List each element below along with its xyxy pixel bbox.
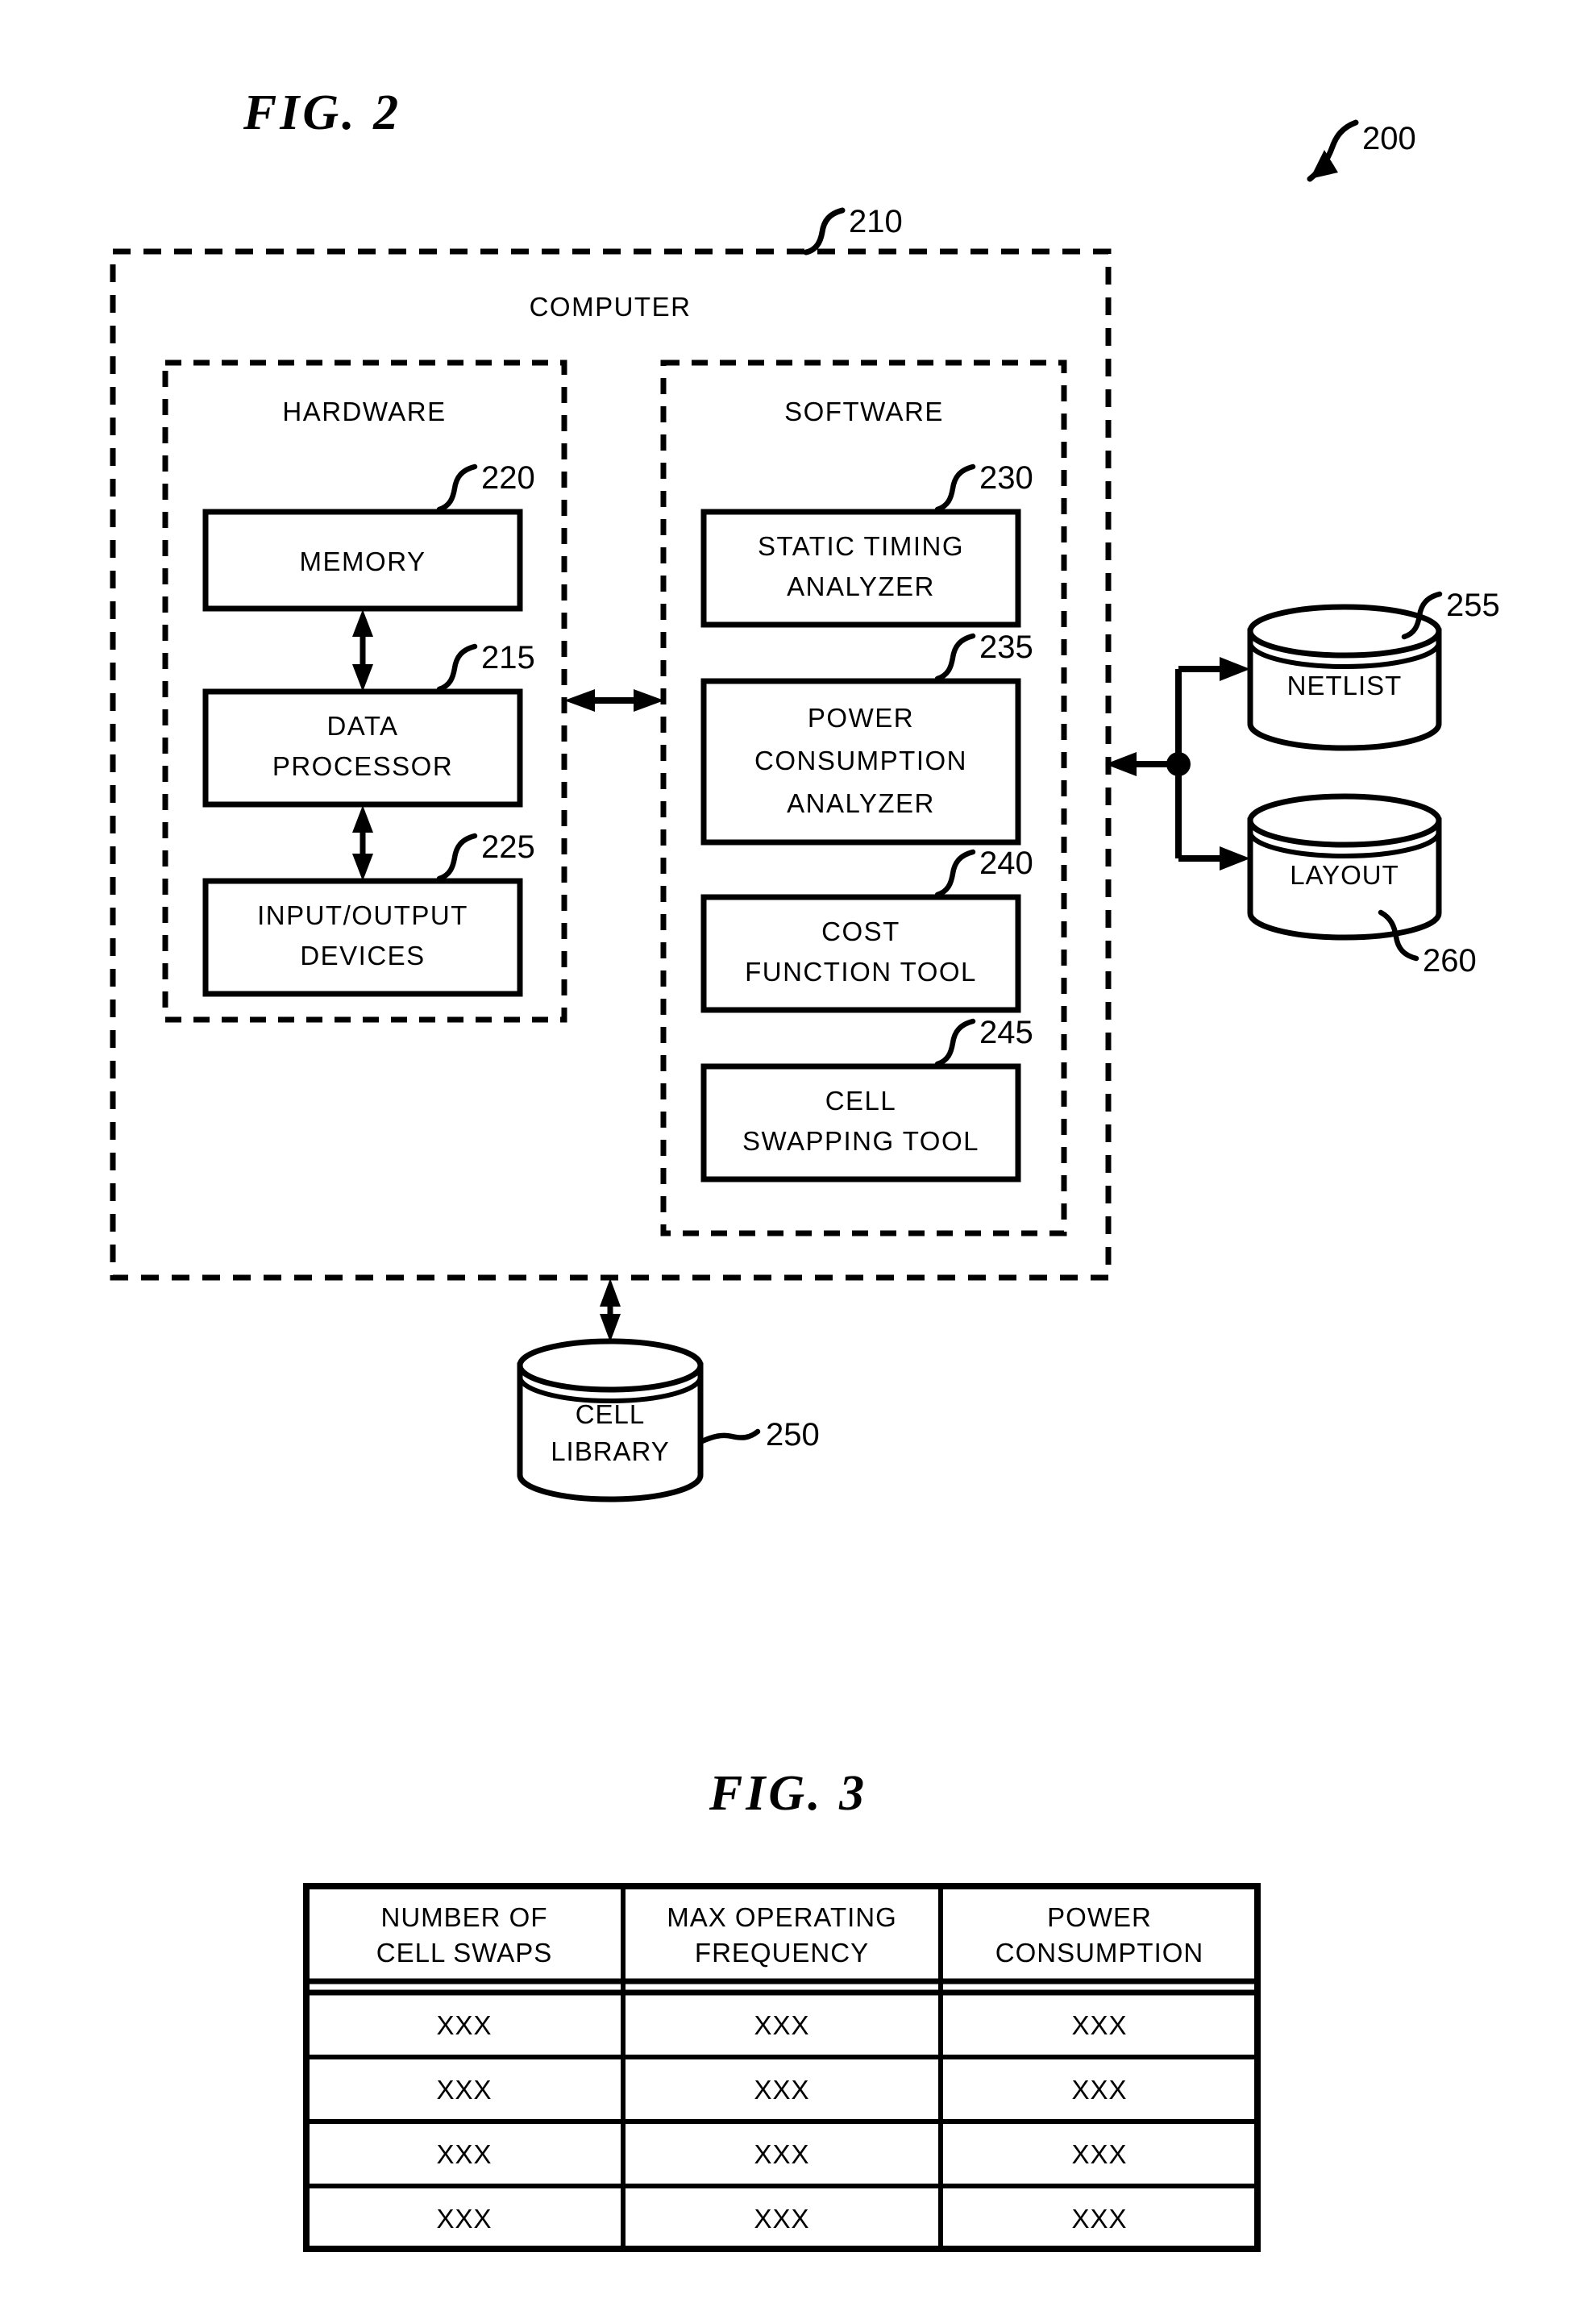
table-cell: XXX — [1071, 2204, 1127, 2234]
ref-label-210: 210 — [849, 204, 903, 239]
cost-function-tool-label-line-1: COST — [821, 916, 900, 946]
computer-label: COMPUTER — [530, 292, 692, 322]
table-cell: XXX — [754, 2204, 809, 2234]
ref-label-250: 250 — [766, 1417, 820, 1452]
memory-label: MEMORY — [300, 547, 426, 576]
cost-function-tool-block: COST FUNCTION TOOL — [700, 894, 1021, 1013]
ref-label-220: 220 — [481, 460, 535, 496]
table-header-col-1-line-2: FREQUENCY — [695, 1938, 869, 1968]
cell-library-label-line-1: CELL — [576, 1399, 646, 1429]
table-header-col-1-line-1: MAX OPERATING — [667, 1902, 897, 1932]
cell-swapping-tool-block: CELL SWAPPING TOOL — [700, 1063, 1021, 1182]
power-consumption-analyzer-block: POWER CONSUMPTION ANALYZER — [700, 678, 1021, 846]
table-header-col-0-line-2: CELL SWAPS — [376, 1938, 552, 1968]
data-processor-label-line-1: DATA — [326, 711, 398, 741]
table-cell: XXX — [754, 2075, 809, 2105]
cell-library-database: CELL LIBRARY — [517, 1338, 704, 1502]
data-processor-label-line-2: PROCESSOR — [272, 751, 453, 781]
hardware-label: HARDWARE — [282, 397, 446, 426]
netlist-database: NETLIST — [1247, 604, 1442, 751]
table-cell: XXX — [436, 2075, 492, 2105]
table-cell: XXX — [754, 2139, 809, 2169]
io-devices-label-line-2: DEVICES — [300, 941, 425, 970]
table-cell: XXX — [754, 2010, 809, 2040]
layout-label: LAYOUT — [1290, 860, 1399, 890]
io-devices-block: INPUT/OUTPUT DEVICES — [202, 878, 523, 997]
ref-label-260: 260 — [1423, 943, 1477, 979]
table-header-col-2-line-2: CONSUMPTION — [995, 1938, 1204, 1968]
netlist-label: NETLIST — [1287, 671, 1403, 700]
power-consumption-analyzer-label-line-3: ANALYZER — [787, 788, 935, 818]
table-cell: XXX — [1071, 2010, 1127, 2040]
table-cell: XXX — [436, 2010, 492, 2040]
patent-drawing-sheet: FIG. 2 200 COMPUTER 210 HARDWARE MEMORY … — [0, 0, 1596, 2319]
cost-function-tool-label-line-2: FUNCTION TOOL — [745, 957, 977, 987]
table-cell: XXX — [1071, 2075, 1127, 2105]
static-timing-analyzer-label-line-2: ANALYZER — [787, 571, 935, 601]
cell-swapping-tool-label-line-2: SWAPPING TOOL — [742, 1126, 979, 1156]
table-cell: XXX — [436, 2139, 492, 2169]
cell-swapping-tool-label-line-1: CELL — [825, 1086, 897, 1116]
ref-label-215: 215 — [481, 640, 535, 675]
data-processor-block: DATA PROCESSOR — [202, 688, 523, 808]
table-header-col-2-line-1: POWER — [1047, 1902, 1152, 1932]
table-cell: XXX — [436, 2204, 492, 2234]
drawing-canvas: FIG. 2 200 COMPUTER 210 HARDWARE MEMORY … — [0, 0, 1596, 2319]
static-timing-analyzer-label-line-1: STATIC TIMING — [758, 531, 964, 561]
ref-label-245: 245 — [979, 1015, 1033, 1050]
ref-label-230: 230 — [979, 460, 1033, 496]
layout-database: LAYOUT — [1247, 793, 1442, 941]
ref-label-225: 225 — [481, 829, 535, 865]
cell-library-label-line-2: LIBRARY — [551, 1436, 670, 1466]
results-table: NUMBER OF CELL SWAPS MAX OPERATING FREQU… — [303, 1883, 1261, 2252]
table-header-col-0-line-1: NUMBER OF — [381, 1902, 548, 1932]
ref-label-255: 255 — [1446, 588, 1500, 623]
power-consumption-analyzer-label-line-1: POWER — [808, 703, 914, 733]
io-devices-label-line-1: INPUT/OUTPUT — [257, 900, 468, 930]
static-timing-analyzer-block: STATIC TIMING ANALYZER — [700, 509, 1021, 628]
figure-2-title: FIG. 2 — [243, 85, 401, 140]
power-consumption-analyzer-label-line-2: CONSUMPTION — [754, 746, 967, 775]
memory-block: MEMORY — [202, 509, 523, 612]
software-label: SOFTWARE — [784, 397, 944, 426]
figure-3-title: FIG. 3 — [709, 1766, 867, 1821]
table-cell: XXX — [1071, 2139, 1127, 2169]
ref-label-235: 235 — [979, 630, 1033, 665]
ref-label-200: 200 — [1362, 121, 1416, 156]
ref-label-240: 240 — [979, 846, 1033, 881]
